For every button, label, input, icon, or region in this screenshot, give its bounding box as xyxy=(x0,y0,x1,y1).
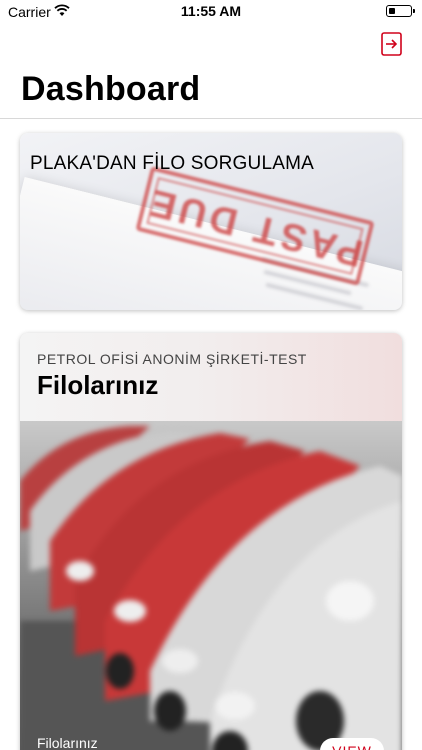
view-button[interactable]: VIEW xyxy=(320,738,384,750)
fleets-caption: Filolarınız xyxy=(37,735,98,750)
plate-query-card[interactable]: PAST DUE PLAKA'DAN FİLO SORGULAMA xyxy=(20,133,402,310)
fleets-card-header: PETROL OFİSİ ANONİM ŞİRKETİ-TEST Filolar… xyxy=(20,333,402,421)
fleet-cars-image xyxy=(20,421,402,750)
plate-query-title: PLAKA'DAN FİLO SORGULAMA xyxy=(30,153,315,174)
logout-icon[interactable] xyxy=(380,30,404,58)
status-time: 11:55 AM xyxy=(180,3,242,19)
battery-icon xyxy=(386,5,415,17)
title-divider xyxy=(0,118,422,119)
fleets-card[interactable]: PETROL OFİSİ ANONİM ŞİRKETİ-TEST Filolar… xyxy=(20,333,402,750)
status-bar: Carrier 11:55 AM xyxy=(0,0,422,22)
fleets-title: Filolarınız xyxy=(37,370,159,400)
company-name: PETROL OFİSİ ANONİM ŞİRKETİ-TEST xyxy=(37,351,307,367)
page-title: Dashboard xyxy=(21,70,201,108)
